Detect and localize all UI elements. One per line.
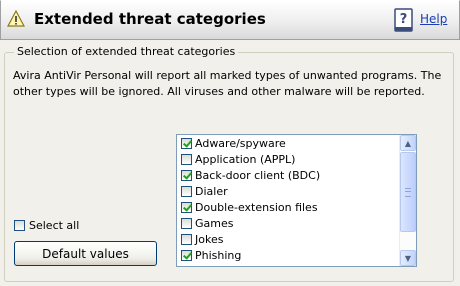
list-item[interactable]: Application (APPL) [177,151,401,167]
group-legend: Selection of extended threat categories [14,45,239,58]
category-label: Phishing [195,248,242,262]
list-item[interactable]: Double-extension files [177,199,401,215]
select-all-label: Select all [29,219,80,232]
threat-category-list[interactable]: Adware/spyware Application (APPL) Back-doo… [176,134,417,267]
category-label: Games [195,216,234,230]
scroll-down-button[interactable]: ▼ [400,250,416,266]
list-item[interactable]: Adware/spyware [177,135,401,151]
group-description: Avira AntiVir Personal will report all m… [13,69,442,98]
category-checkbox[interactable] [181,217,192,229]
scroll-up-button[interactable]: ▲ [400,135,416,151]
list-scrollbar[interactable]: ▲ ▼ [399,135,416,266]
category-checkbox[interactable] [181,169,192,181]
category-checkbox[interactable] [181,233,192,245]
category-label: Double-extension files [195,200,318,214]
category-label: Adware/spyware [195,136,286,150]
default-values-button[interactable]: Default values [14,241,157,266]
select-all-checkbox[interactable]: Select all [14,219,79,232]
warning-triangle-icon [7,10,25,27]
svg-text:?: ? [400,12,408,27]
list-item[interactable]: Dialer [177,183,401,199]
dialog-header: Extended threat categories ? Help [0,0,460,40]
category-checkbox[interactable] [181,137,192,149]
help-book-icon[interactable]: ? [393,7,415,33]
list-item[interactable]: Back-door client (BDC) [177,167,401,183]
category-checkbox[interactable] [181,249,192,261]
category-items: Adware/spyware Application (APPL) Back-doo… [177,135,401,263]
grip-icon [405,187,411,197]
category-checkbox[interactable] [181,153,192,165]
category-label: Dialer [195,184,228,198]
scroll-thumb[interactable] [400,152,416,232]
category-label: Application (APPL) [195,152,296,166]
page-title: Extended threat categories [34,10,266,28]
list-item[interactable]: Games [177,215,401,231]
category-checkbox[interactable] [181,201,192,213]
category-label: Jokes [195,232,224,246]
category-checkbox[interactable] [181,185,192,197]
category-label: Back-door client (BDC) [195,168,321,182]
select-all-box[interactable] [14,220,25,231]
list-item[interactable]: Phishing [177,247,401,263]
help-link[interactable]: Help [420,12,447,26]
list-item[interactable]: Jokes [177,231,401,247]
